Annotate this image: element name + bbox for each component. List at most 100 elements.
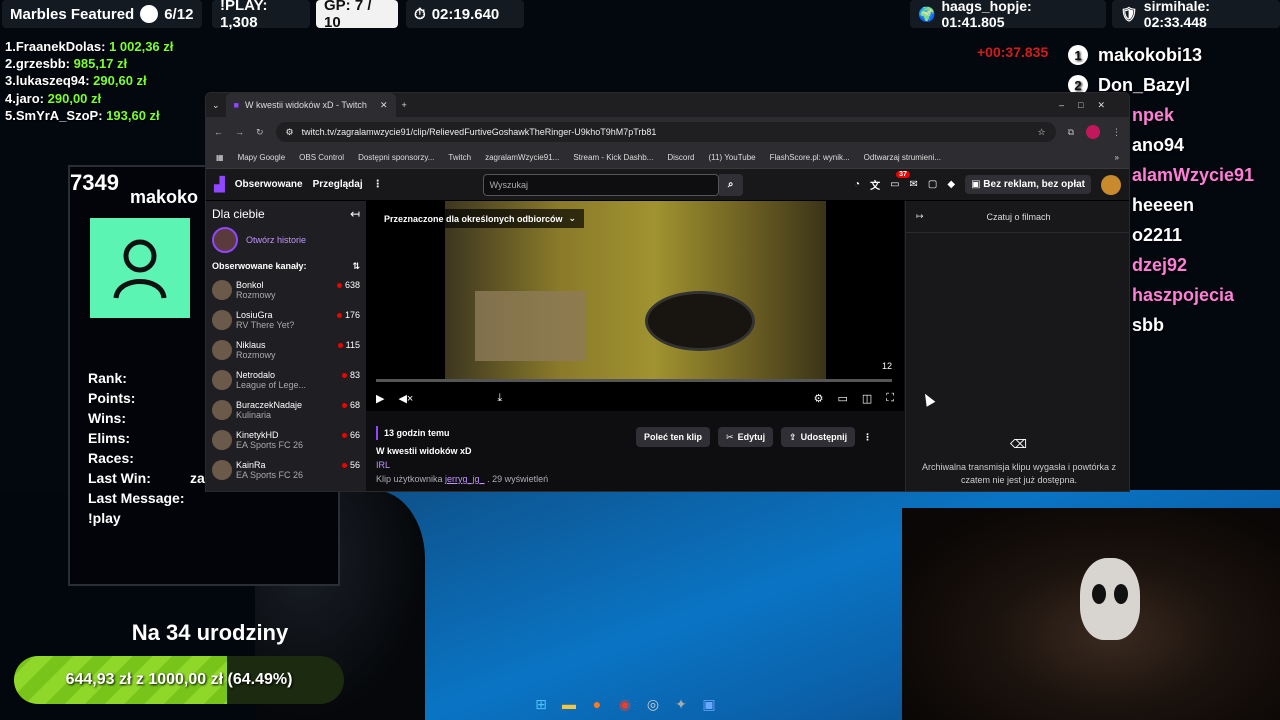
race-timer: ⏱ 02:19.640	[406, 0, 524, 28]
prime-icon[interactable]: ◔	[854, 179, 860, 190]
site-info-icon[interactable]: ⚙	[286, 127, 294, 138]
live-dot	[341, 372, 347, 378]
bookmark[interactable]: Twitch	[448, 153, 471, 162]
fullscreen-icon[interactable]: ⛶	[886, 392, 894, 405]
audience-badge[interactable]: Przeznaczone dla określonych odbiorców ⌄	[376, 209, 585, 228]
video-player[interactable]: Przeznaczone dla określonych odbiorców ⌄ …	[366, 201, 904, 411]
nav-browse[interactable]: Przeglądaj	[313, 179, 363, 190]
edit-label: Edytuj	[737, 432, 766, 442]
donor-value: 290,00 zł	[47, 90, 102, 106]
twitch-logo-icon[interactable]: ▟	[214, 176, 225, 193]
sidebar-item-channel[interactable]: Niklaus Rozmowy 115	[212, 340, 360, 370]
bookmark[interactable]: Mapy Google	[238, 153, 286, 162]
back-icon[interactable]: ←	[214, 127, 223, 137]
side-by-side-icon[interactable]: ◫	[862, 392, 872, 405]
collapse-sidebar-icon[interactable]: ↤	[350, 207, 360, 221]
browser-tab[interactable]: ■ W kwestii widoków xD - Twitch ✕	[225, 93, 396, 117]
profile-icon[interactable]	[1086, 125, 1100, 139]
channel-name: Bonkol	[236, 280, 264, 290]
sidebar-item-channel[interactable]: Netrodalo League of Lege... 83	[212, 370, 360, 400]
bookmark[interactable]: Stream - Kick Dashb...	[573, 153, 653, 162]
firefox-icon[interactable]: ●	[586, 693, 608, 715]
bookmark[interactable]: (11) YouTube	[708, 153, 755, 162]
bookmark[interactable]: Discord	[667, 153, 694, 162]
window-controls[interactable]: –□✕	[1059, 100, 1129, 111]
forward-icon[interactable]: →	[235, 127, 244, 137]
app-icon[interactable]: ▣	[698, 693, 720, 715]
player-number: 7349	[70, 170, 119, 195]
bookmark[interactable]: OBS Control	[299, 153, 344, 162]
ad-free-label: Bez reklam, bez opłat	[983, 179, 1085, 190]
search-input[interactable]: Wyszukaj	[482, 173, 719, 196]
bookmark[interactable]: zagralamWzycie91...	[485, 153, 559, 162]
menu-icon[interactable]: ⋮	[1112, 127, 1121, 138]
sidebar-item-channel[interactable]: KinetykHD EA Sports FC 26 66	[212, 430, 360, 460]
more-bookmarks-icon[interactable]: »	[1115, 153, 1119, 162]
game-icon[interactable]: ✦	[670, 693, 692, 715]
more-icon[interactable]: ⋮	[373, 179, 383, 190]
settings-icon[interactable]: ⚙	[814, 392, 824, 405]
close-tab-icon[interactable]: ✕	[380, 100, 388, 111]
stories-row[interactable]: Otwórz historie	[212, 227, 360, 253]
obs-icon[interactable]: ◎	[642, 693, 664, 715]
marbles-count: 6/12	[164, 5, 194, 23]
stat-last-message: Last Message:	[88, 490, 185, 506]
recommend-clip-button[interactable]: Poleć ten klip	[636, 427, 711, 447]
donor-row: 3.lukaszeq94: 290,60 zł	[5, 72, 173, 89]
bookmark[interactable]: Odtwarzaj strumieni...	[864, 153, 941, 162]
theater-mode-icon[interactable]: ▭	[837, 392, 847, 405]
tab-title: W kwestii widoków xD - Twitch	[244, 100, 367, 110]
stat-points: Points:	[88, 390, 136, 406]
video-controls: ▶ ◀× ⤓ ⚙ ▭ ◫ ⛶	[366, 387, 904, 409]
user-avatar[interactable]	[1101, 174, 1121, 195]
inbox-icon[interactable]: ✉	[910, 179, 918, 190]
mute-icon[interactable]: ◀×	[398, 392, 413, 405]
crown-icon[interactable]: ◆	[947, 179, 955, 190]
address-bar[interactable]: ⚙ twitch.tv/zagralamwzycie91/clip/Reliev…	[275, 122, 1056, 142]
audience-badge-text: Przeznaczone dla określonych odbiorców	[384, 213, 563, 224]
url-text: twitch.tv/zagralamwzycie91/clip/Relieved…	[301, 127, 657, 137]
windows-start-icon[interactable]: ⊞	[530, 693, 552, 715]
bookmark[interactable]: FlashScore.pl: wynik...	[770, 153, 850, 162]
sidebar-item-channel[interactable]: Bonkol Rozmowy 638	[212, 280, 360, 310]
file-explorer-icon[interactable]: ▬	[558, 693, 580, 715]
donor-value: 193,60 zł	[106, 107, 160, 123]
goal-sep: z	[135, 671, 144, 688]
donor-name: 4.jaro:	[5, 90, 45, 106]
clip-author-link[interactable]: jerryg_jg_	[445, 474, 485, 484]
more-options-icon[interactable]: ⋮	[863, 427, 872, 447]
search-button[interactable]: ⌕	[718, 173, 743, 196]
bookmark[interactable]: Dostępni sponsorzy...	[358, 153, 434, 162]
sidebar-item-channel[interactable]: BuraczekNadaje Kulinaria 68	[212, 400, 360, 430]
share-label: Udostępnij	[800, 432, 848, 442]
viewer-count: 66	[349, 430, 360, 440]
donor-value: 1 002,36 zł	[109, 39, 174, 54]
nav-following[interactable]: Obserwowane	[235, 179, 303, 190]
tab-list-icon[interactable]: ⌄	[212, 100, 220, 111]
download-icon[interactable]: ⤓	[497, 392, 502, 405]
chrome-icon[interactable]: ◉	[614, 693, 636, 715]
donor-name: 2.grzesbb:	[5, 56, 71, 72]
channel-avatar	[212, 460, 232, 480]
bookmark-star-icon[interactable]: ☆	[1037, 127, 1045, 138]
reload-icon[interactable]: ↻	[256, 127, 264, 138]
edit-button[interactable]: ✂ Edytuj	[718, 427, 774, 447]
notifications-icon[interactable]: ▭ 37	[890, 171, 910, 190]
extensions-icon[interactable]: ⧉	[1068, 127, 1074, 138]
channel-name: LosiuGra	[236, 310, 273, 320]
sidebar-item-channel[interactable]: KainRa EA Sports FC 26 56	[212, 460, 360, 490]
followed-header: Obserwowane kanały: ⇅	[212, 261, 360, 272]
translate-icon[interactable]: 文	[870, 177, 880, 192]
whispers-icon[interactable]: ▢	[928, 179, 937, 190]
sort-icon[interactable]: ⇅	[352, 261, 360, 272]
apps-icon[interactable]: ▦	[216, 153, 224, 162]
sidebar-item-channel[interactable]: LosiuGra RV There Yet? 176	[212, 310, 360, 340]
play-icon[interactable]: ▶	[376, 392, 384, 405]
collapse-chat-icon[interactable]: ↦	[916, 211, 924, 222]
clip-category[interactable]: IRL	[376, 458, 548, 472]
notification-count: 37	[896, 171, 910, 178]
share-button[interactable]: ⇪ Udostępnij	[781, 427, 856, 447]
new-tab-icon[interactable]: +	[402, 100, 407, 110]
video-progress-bar[interactable]	[376, 379, 892, 382]
ad-free-button[interactable]: ▣ Bez reklam, bez opłat	[965, 175, 1091, 194]
